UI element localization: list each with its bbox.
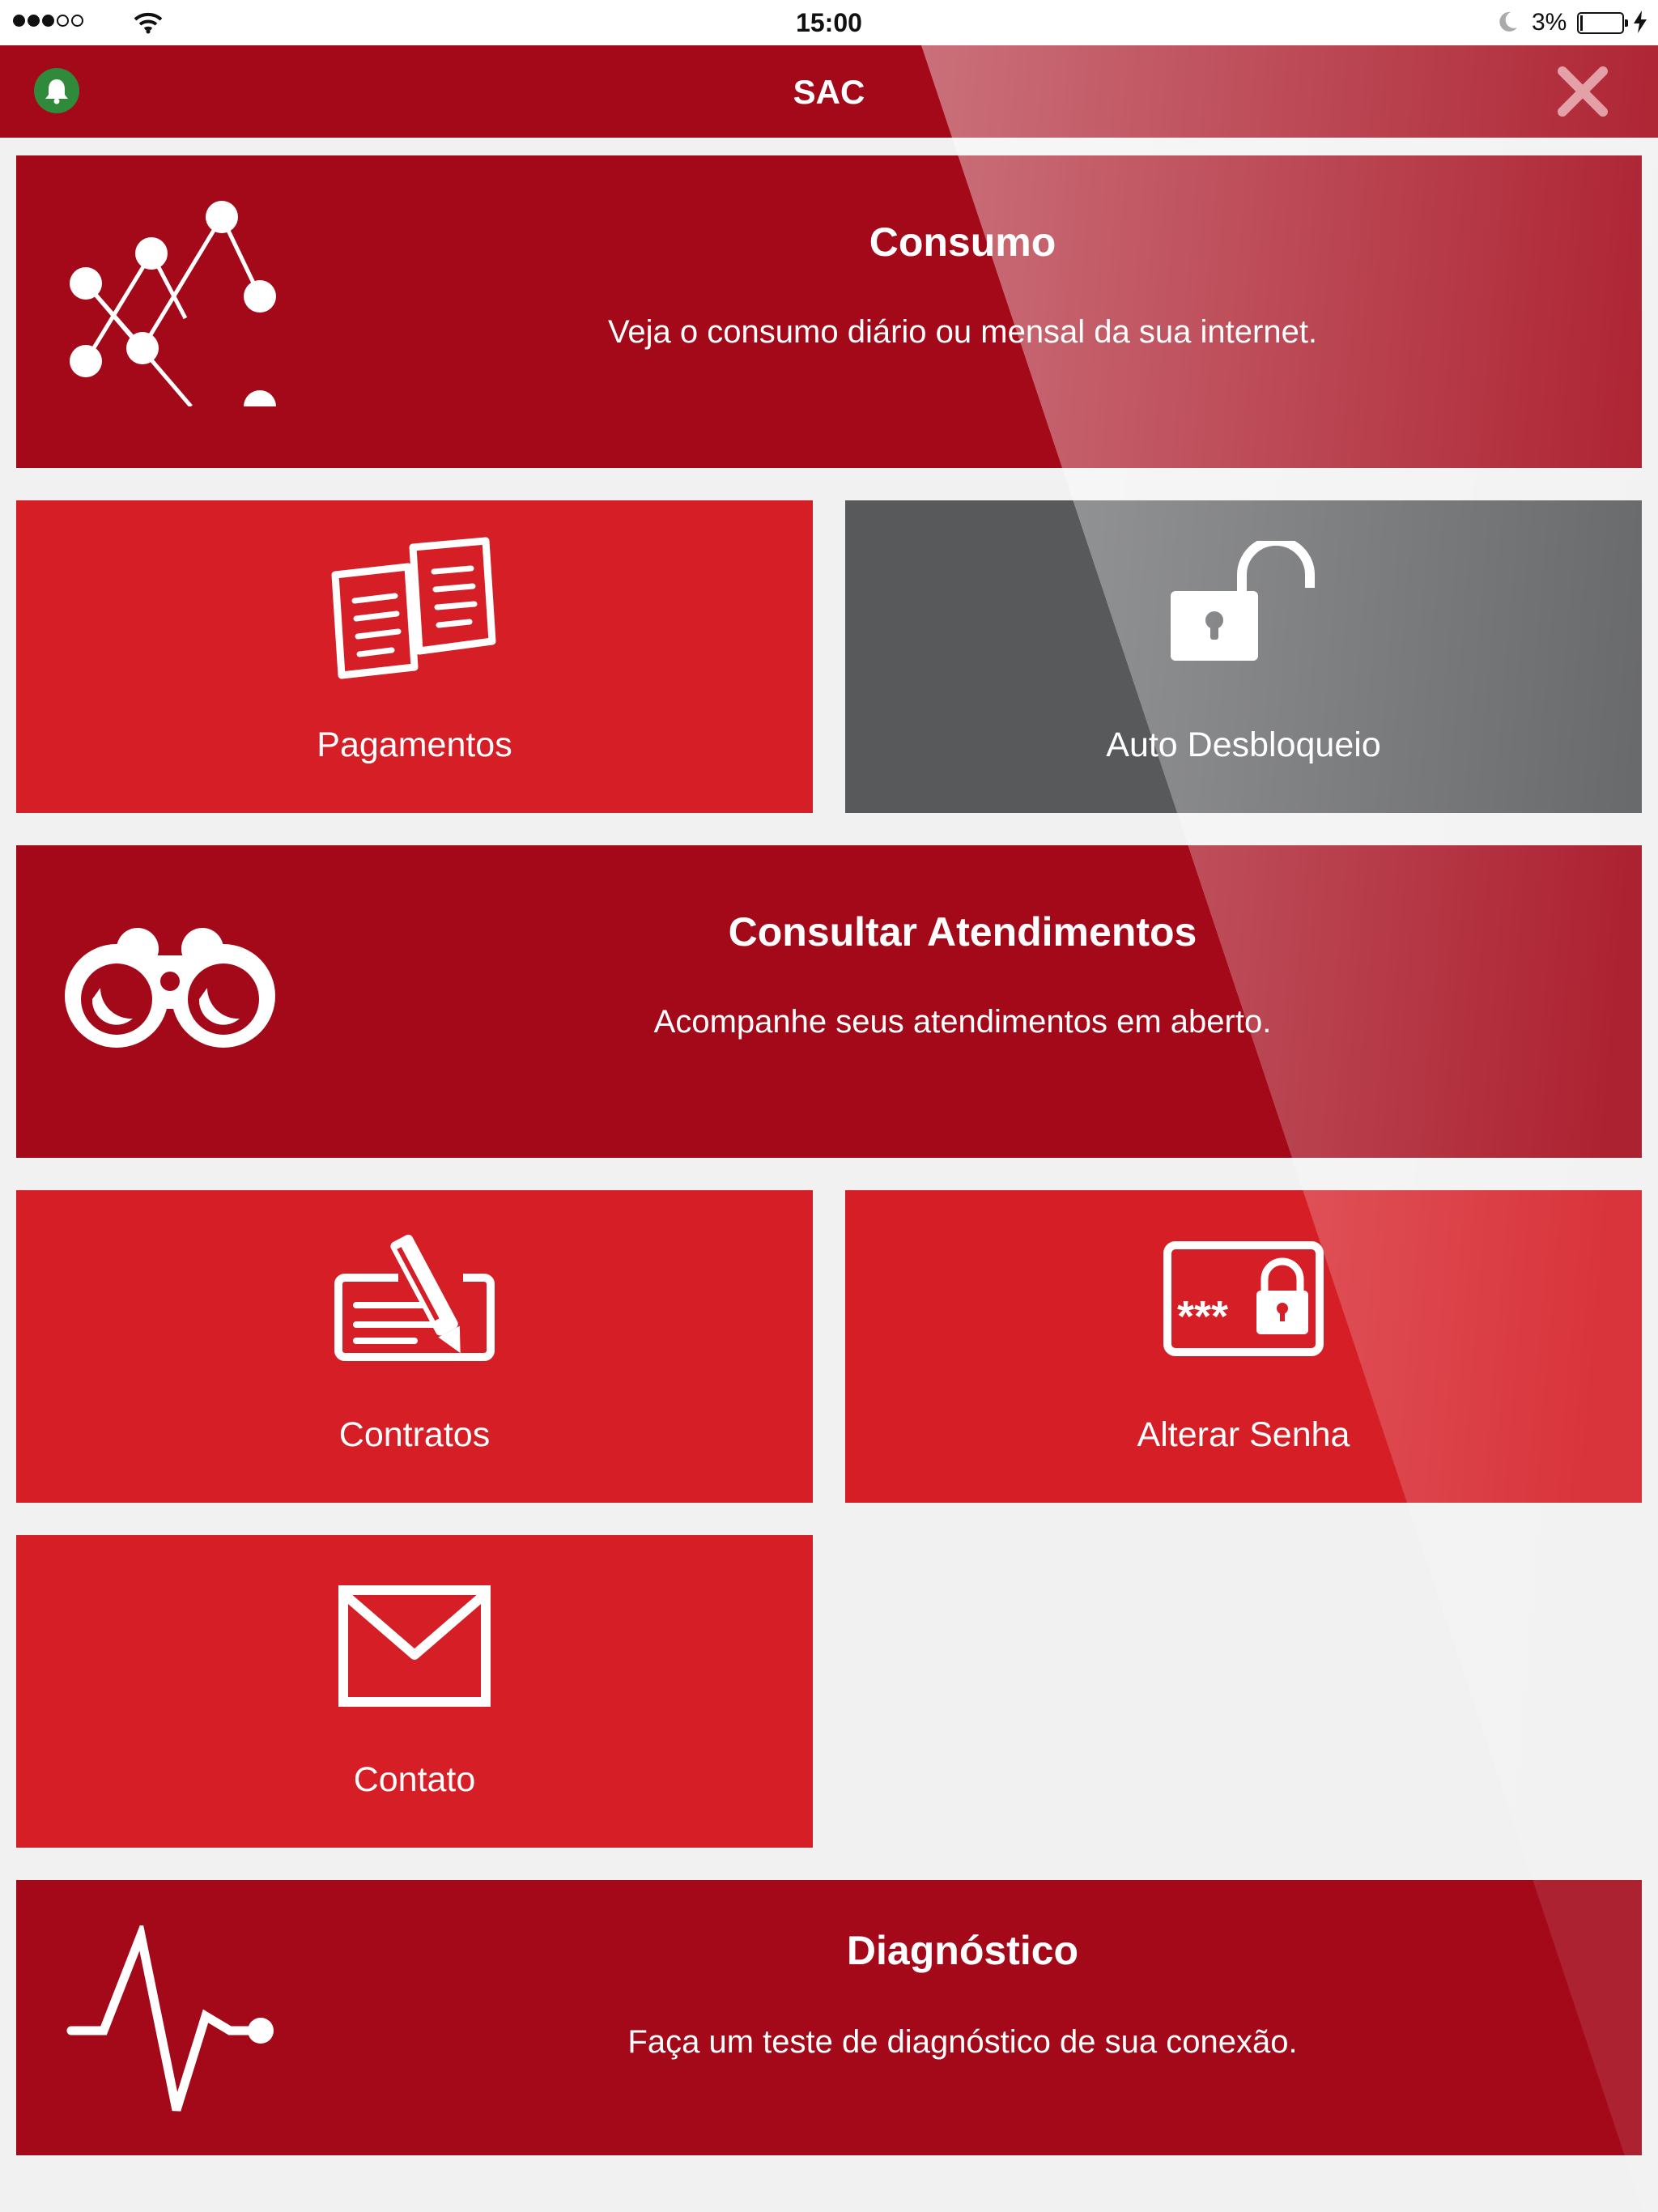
navigation-bar: SAC bbox=[0, 45, 1658, 138]
battery-percentage: 3% bbox=[1532, 9, 1567, 36]
contract-signing-icon bbox=[334, 1234, 495, 1361]
charging-bolt-icon bbox=[1634, 11, 1647, 33]
consumo-tile[interactable]: Consumo Veja o consumo diário ou mensal … bbox=[16, 155, 1642, 468]
envelope-icon bbox=[338, 1585, 491, 1707]
password-lock-icon: *** bbox=[1163, 1241, 1324, 1356]
contato-label: Contato bbox=[353, 1760, 476, 1799]
consultar-atendimentos-tile[interactable]: Consultar Atendimentos Acompanhe seus at… bbox=[16, 845, 1642, 1158]
status-time: 15:00 bbox=[796, 8, 862, 37]
diagnostico-tile[interactable]: Diagnóstico Faça um teste de diagnóstico… bbox=[16, 1880, 1642, 2155]
auto-desbloqueio-tile[interactable]: Auto Desbloqueio bbox=[845, 500, 1642, 813]
battery-icon bbox=[1577, 12, 1628, 34]
diagnostico-title: Diagnóstico bbox=[846, 1928, 1079, 1973]
pagamentos-label: Pagamentos bbox=[317, 725, 512, 764]
notifications-button[interactable] bbox=[34, 68, 79, 113]
password-mask: *** bbox=[1177, 1292, 1228, 1341]
alterar-senha-tile[interactable]: *** Alterar Senha bbox=[845, 1190, 1642, 1503]
status-bar: 15:00 3% bbox=[0, 0, 1658, 45]
auto-desbloqueio-label: Auto Desbloqueio bbox=[1106, 725, 1381, 764]
unlocked-padlock-icon bbox=[1171, 541, 1315, 661]
documents-icon bbox=[331, 537, 496, 679]
atendimentos-title: Consultar Atendimentos bbox=[728, 909, 1197, 955]
diagnostico-description: Faça um teste de diagnóstico de sua cone… bbox=[627, 2024, 1298, 2060]
bell-icon bbox=[45, 79, 68, 104]
consumo-title: Consumo bbox=[869, 219, 1056, 265]
do-not-disturb-moon-icon bbox=[1499, 11, 1517, 32]
consumo-description: Veja o consumo diário ou mensal da sua i… bbox=[607, 314, 1318, 350]
contratos-label: Contratos bbox=[338, 1415, 491, 1454]
contato-tile[interactable]: Contato bbox=[16, 1535, 813, 1848]
atendimentos-description: Acompanhe seus atendimentos em aberto. bbox=[653, 1004, 1272, 1040]
page-title: SAC bbox=[793, 73, 865, 111]
pagamentos-tile[interactable]: Pagamentos bbox=[16, 500, 813, 813]
alterar-senha-label: Alterar Senha bbox=[1137, 1415, 1350, 1454]
close-icon[interactable] bbox=[1556, 65, 1609, 118]
contratos-tile[interactable]: Contratos bbox=[16, 1190, 813, 1503]
